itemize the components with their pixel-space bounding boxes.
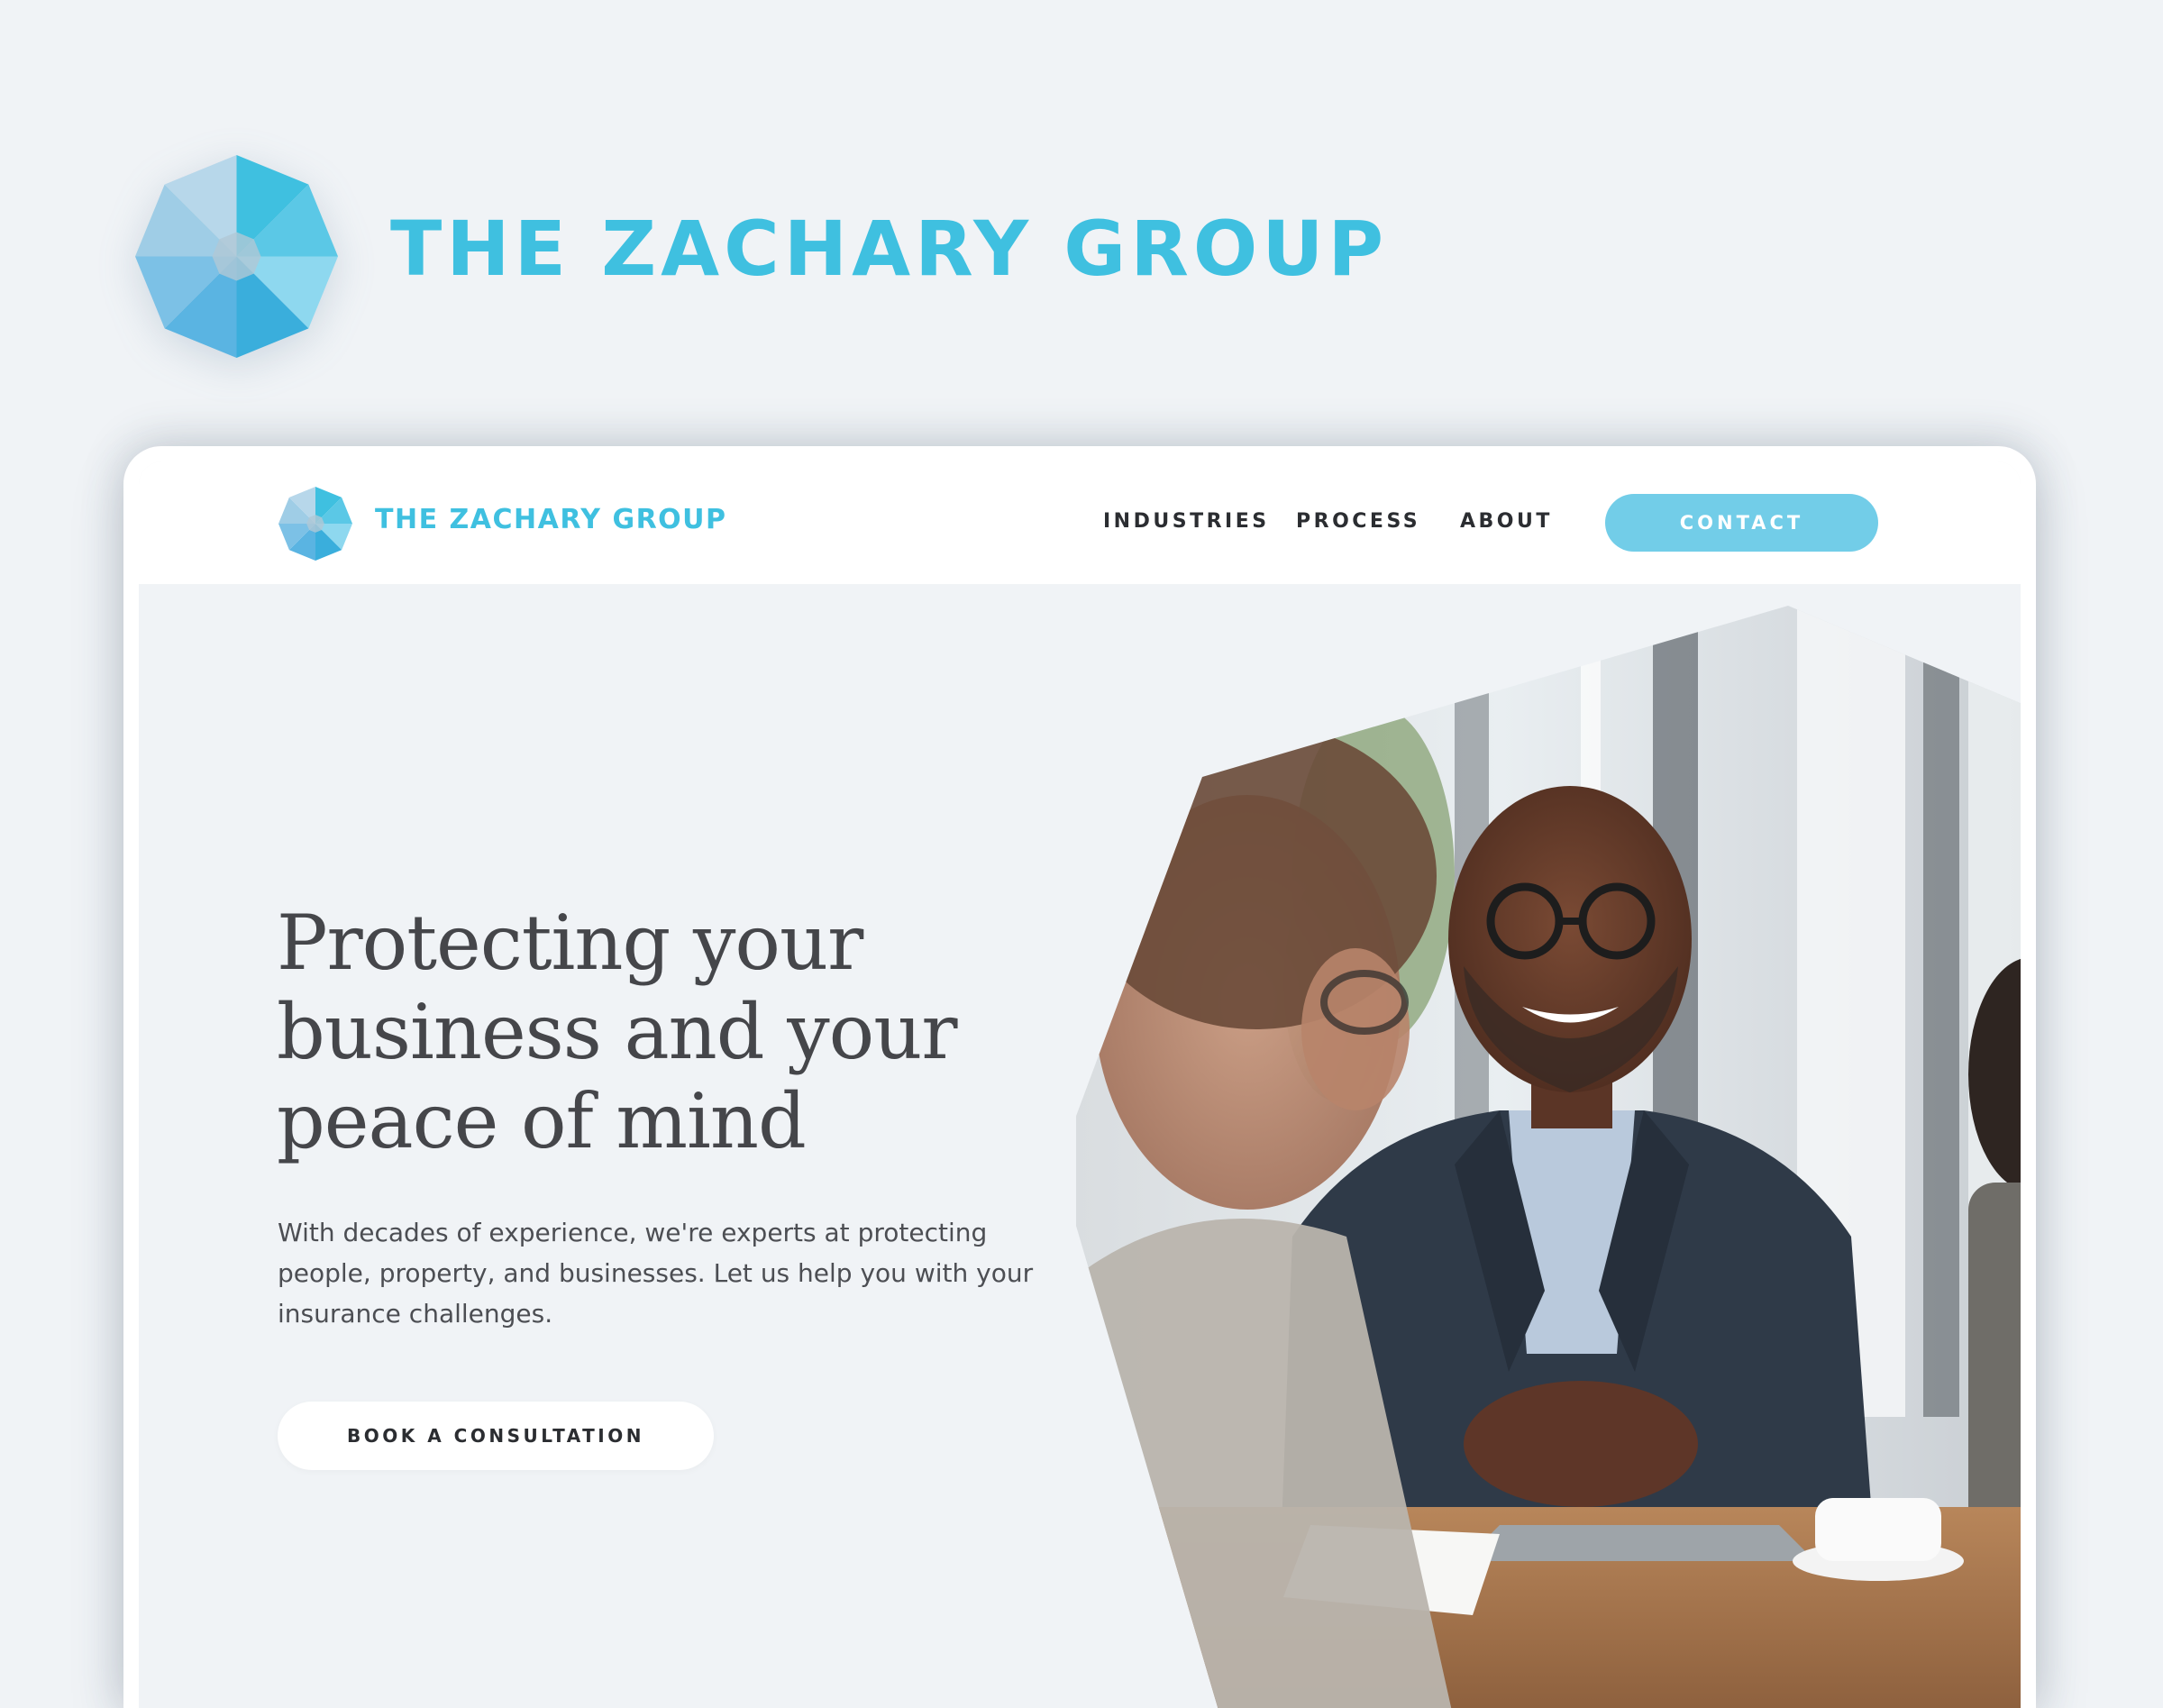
octagon-logo-icon xyxy=(135,155,338,358)
website-preview-frame: THE ZACHARY GROUP INDUSTRIES PROCESS ABO… xyxy=(123,446,2036,1708)
site-navbar: THE ZACHARY GROUP INDUSTRIES PROCESS ABO… xyxy=(139,461,2021,584)
hero-subtitle-line: people, property, and businesses. Let us… xyxy=(278,1258,1034,1288)
nav-logo-icon[interactable] xyxy=(278,487,352,561)
nav-brand-name[interactable]: THE ZACHARY GROUP xyxy=(375,507,727,534)
hero-title-line: peace of mind xyxy=(277,1077,807,1165)
hero-title: Protecting your business and your peace … xyxy=(277,899,1088,1166)
website-viewport: THE ZACHARY GROUP INDUSTRIES PROCESS ABO… xyxy=(139,461,2021,1708)
brand-title: THE ZACHARY GROUP xyxy=(390,205,1389,293)
hero-subtitle-line: insurance challenges. xyxy=(278,1299,553,1329)
nav-link-industries[interactable]: INDUSTRIES xyxy=(1103,512,1270,532)
business-meeting-photo xyxy=(1076,606,2021,1708)
hero-title-line: business and your xyxy=(277,988,958,1076)
contact-button[interactable]: CONTACT xyxy=(1605,494,1878,552)
book-consultation-button[interactable]: BOOK A CONSULTATION xyxy=(278,1402,714,1470)
hero-title-line: Protecting your xyxy=(277,899,863,987)
nav-link-about[interactable]: ABOUT xyxy=(1460,512,1553,532)
hero-subtitle-line: With decades of experience, we're expert… xyxy=(278,1218,988,1247)
brand-banner: THE ZACHARY GROUP xyxy=(135,155,1383,362)
hero-subtitle: With decades of experience, we're expert… xyxy=(278,1212,1053,1334)
nav-link-process[interactable]: PROCESS xyxy=(1296,512,1420,532)
